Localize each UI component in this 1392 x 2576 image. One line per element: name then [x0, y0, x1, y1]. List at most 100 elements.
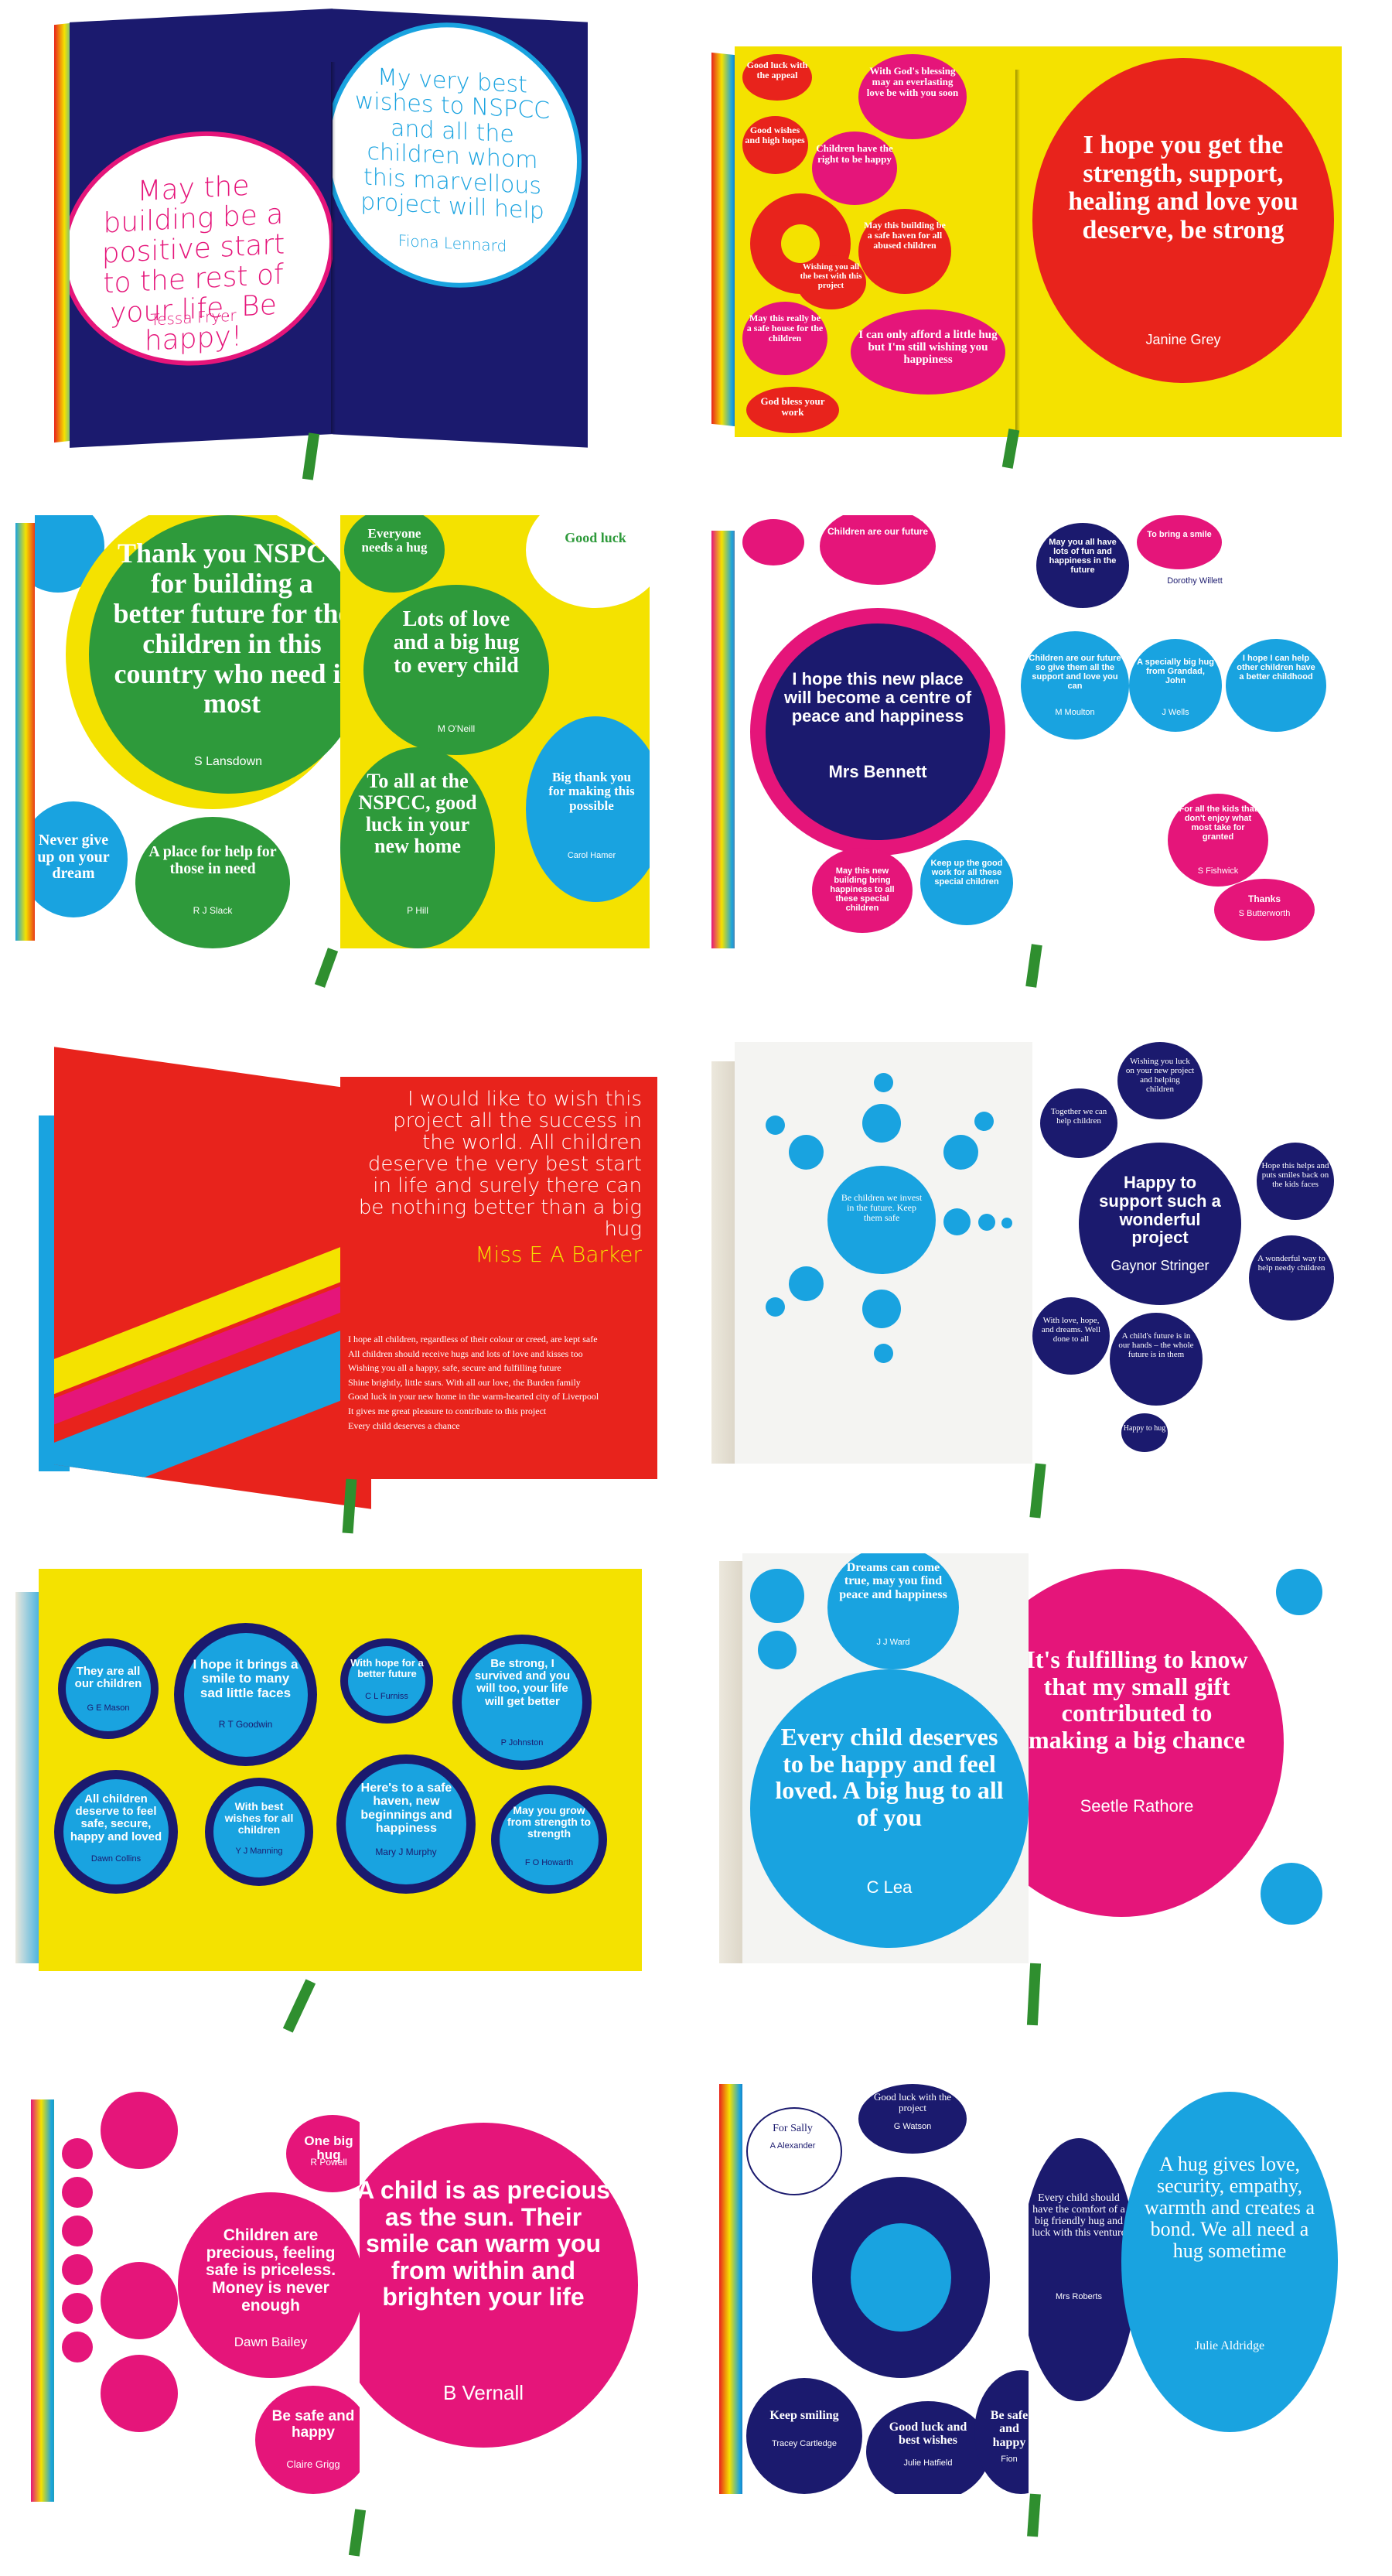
- quote-text: May you all have lots of fun and happine…: [1049, 538, 1117, 575]
- quote-author: Fion: [1001, 2455, 1018, 2464]
- quote-text: Dreams can come true, may you find peace…: [839, 1561, 947, 1601]
- left-page: May the building be a positive start to …: [70, 9, 333, 448]
- quote-circle: [766, 624, 990, 840]
- quote-author: Julie Aldridge: [1194, 2339, 1265, 2352]
- quote-text: A child is as precious as the sun. Their…: [360, 2176, 610, 2311]
- quote-text: With love, hope, and dreams. Well done t…: [1041, 1316, 1101, 1344]
- decoration-circle: [62, 2293, 93, 2324]
- quote-text: Never give up on your dream: [37, 832, 110, 883]
- quote-author: R Powell: [310, 2157, 347, 2168]
- right-page: I hope you get the strength, support, he…: [1017, 46, 1342, 437]
- quote-text: Thank you NSPCC for building a better fu…: [113, 538, 340, 719]
- quote-bubble: [1137, 515, 1222, 569]
- quote-line: It gives me great pleasure to contribute…: [348, 1405, 547, 1416]
- decoration-circle: [62, 2177, 93, 2208]
- quote-author: Y J Manning: [235, 1847, 283, 1856]
- quote-bubble: [1249, 1235, 1334, 1320]
- quote-author: G Watson: [893, 2122, 932, 2131]
- quote-author: Carol Hamer: [567, 851, 616, 860]
- bookmark-ribbon: [1025, 944, 1042, 988]
- star-dot: [862, 1104, 901, 1143]
- quote-author: J J Ward: [876, 1638, 910, 1647]
- decoration-circle: [1276, 1569, 1322, 1615]
- quote-text: I would like to wish this project all th…: [358, 1088, 642, 1242]
- quote-author: Gaynor Stringer: [1111, 1258, 1209, 1273]
- quote-text: A child's future is in our hands – the w…: [1118, 1331, 1194, 1359]
- bookmark-ribbon: [282, 1979, 316, 2033]
- quote-author: Julie Hatfield: [903, 2458, 953, 2468]
- right-page: May you all have lots of fun and happine…: [1021, 515, 1338, 948]
- quote-text: A specially big hug from Grandad, John: [1137, 658, 1214, 685]
- quote-author: B Vernall: [442, 2381, 524, 2404]
- star-dot: [978, 1214, 995, 1231]
- quote-author: Dawn Collins: [90, 1854, 142, 1864]
- quote-author: Dawn Bailey: [234, 2335, 308, 2349]
- decoration-circle: [750, 1569, 804, 1623]
- quote-text: Keep smiling: [769, 2409, 839, 2422]
- decoration-circle: [62, 2332, 93, 2362]
- right-page: A child is as precious as the sun. Their…: [360, 2076, 653, 2509]
- quote-author: Miss E A Barker: [475, 1242, 642, 1267]
- spread-7: They are all our children G E Mason I ho…: [0, 1546, 696, 2061]
- spread-4: Children are our future I hope this new …: [696, 515, 1392, 1030]
- quote-author: Seetle Rathore: [1080, 1796, 1194, 1816]
- quote-line: Shine brightly, little stars. With all o…: [348, 1376, 581, 1388]
- left-page: Children are our future I hope this new …: [735, 515, 1021, 948]
- quote-text: To bring a smile: [1147, 530, 1212, 539]
- quote-text: Happy to hug: [1123, 1424, 1166, 1433]
- decoration-circle: [1261, 1863, 1322, 1925]
- quote-text: Hope this helps and puts smiles back on …: [1261, 1161, 1329, 1189]
- spine-crease: [1015, 70, 1020, 433]
- quote-text: Wishing you all the best with this proje…: [800, 262, 862, 290]
- quote-author: Mrs Bennett: [828, 762, 927, 781]
- left-page: [54, 1047, 371, 1509]
- quote-text: Every child deserves to be happy and fee…: [775, 1723, 1004, 1831]
- quote-text: Wishing you luck on your new project and…: [1125, 1057, 1195, 1094]
- bookmark-ribbon: [348, 2509, 367, 2557]
- quote-author: F O Howarth: [524, 1858, 574, 1867]
- quote-text: Be strong, I survived and you will too, …: [474, 1657, 571, 1708]
- quote-text: Be children we invest in the future. Kee…: [841, 1192, 923, 1223]
- right-page: My very best wishes to NSPCC and all the…: [333, 9, 588, 448]
- quote-text: May the building be a positive start to …: [101, 169, 285, 358]
- quote-text: Children have the right to be happy: [816, 142, 893, 166]
- quote-text: To all at the NSPCC, good luck in your n…: [358, 770, 477, 858]
- spread-2: Good luck with the appeal With God's ble…: [696, 0, 1392, 515]
- right-page: I would like to wish this project all th…: [340, 1077, 657, 1479]
- star-dot: [766, 1297, 785, 1317]
- quote-text: May this building be a safe haven for al…: [864, 220, 946, 251]
- quote-text: I hope this new place will become a cent…: [783, 669, 972, 726]
- quote-author: S Lansdown: [193, 755, 263, 768]
- quote-text: With God's blessing may an everlasting l…: [866, 65, 959, 99]
- quote-author: C L Furniss: [365, 1692, 408, 1701]
- quote-line: Good luck in your new home in the warm-h…: [348, 1391, 599, 1402]
- decoration-circle: [62, 2138, 93, 2169]
- star-dot: [874, 1073, 893, 1092]
- quote-author: R J Slack: [193, 905, 233, 916]
- flower-center: [781, 224, 820, 263]
- star-dot: [766, 1115, 785, 1135]
- right-page: Every child should have the comfort of a…: [1029, 2076, 1338, 2494]
- quote-author: R T Goodwin: [218, 1719, 273, 1730]
- quote-bubble: [746, 2107, 842, 2195]
- quote-author: Tracey Cartledge: [772, 2439, 837, 2448]
- quote-bubble: [1029, 2138, 1137, 2401]
- quote-author: Mary J Murphy: [375, 1847, 437, 1857]
- quote-text: Lots of love and a big hug to every chil…: [393, 607, 520, 678]
- quote-text: May you grow from strength to strength: [507, 1804, 592, 1840]
- flower-center: [851, 2223, 951, 2332]
- star-dot: [1001, 1218, 1012, 1228]
- quote-text: For Sally: [773, 2123, 813, 2134]
- quote-author: P Johnston: [500, 1738, 544, 1748]
- quote-line: I hope all children, regardless of their…: [348, 1334, 598, 1344]
- left-page: They are all our children G E Mason I ho…: [39, 1569, 336, 1971]
- quote-text: Big thank you for making this possible: [548, 770, 635, 813]
- quote-author: M Moulton: [1055, 708, 1095, 717]
- quote-line: All children should receive hugs and lot…: [348, 1348, 583, 1359]
- bookmark-ribbon: [1026, 1963, 1042, 2026]
- quote-author: Dorothy Willett: [1167, 576, 1223, 586]
- left-page: Children are precious, feeling safe is p…: [54, 2076, 360, 2509]
- right-page: With hope for a better future C L Furnis…: [336, 1569, 642, 1971]
- decoration-circle: [758, 1631, 797, 1669]
- quote-text: All children deserve to feel safe, secur…: [70, 1792, 162, 1843]
